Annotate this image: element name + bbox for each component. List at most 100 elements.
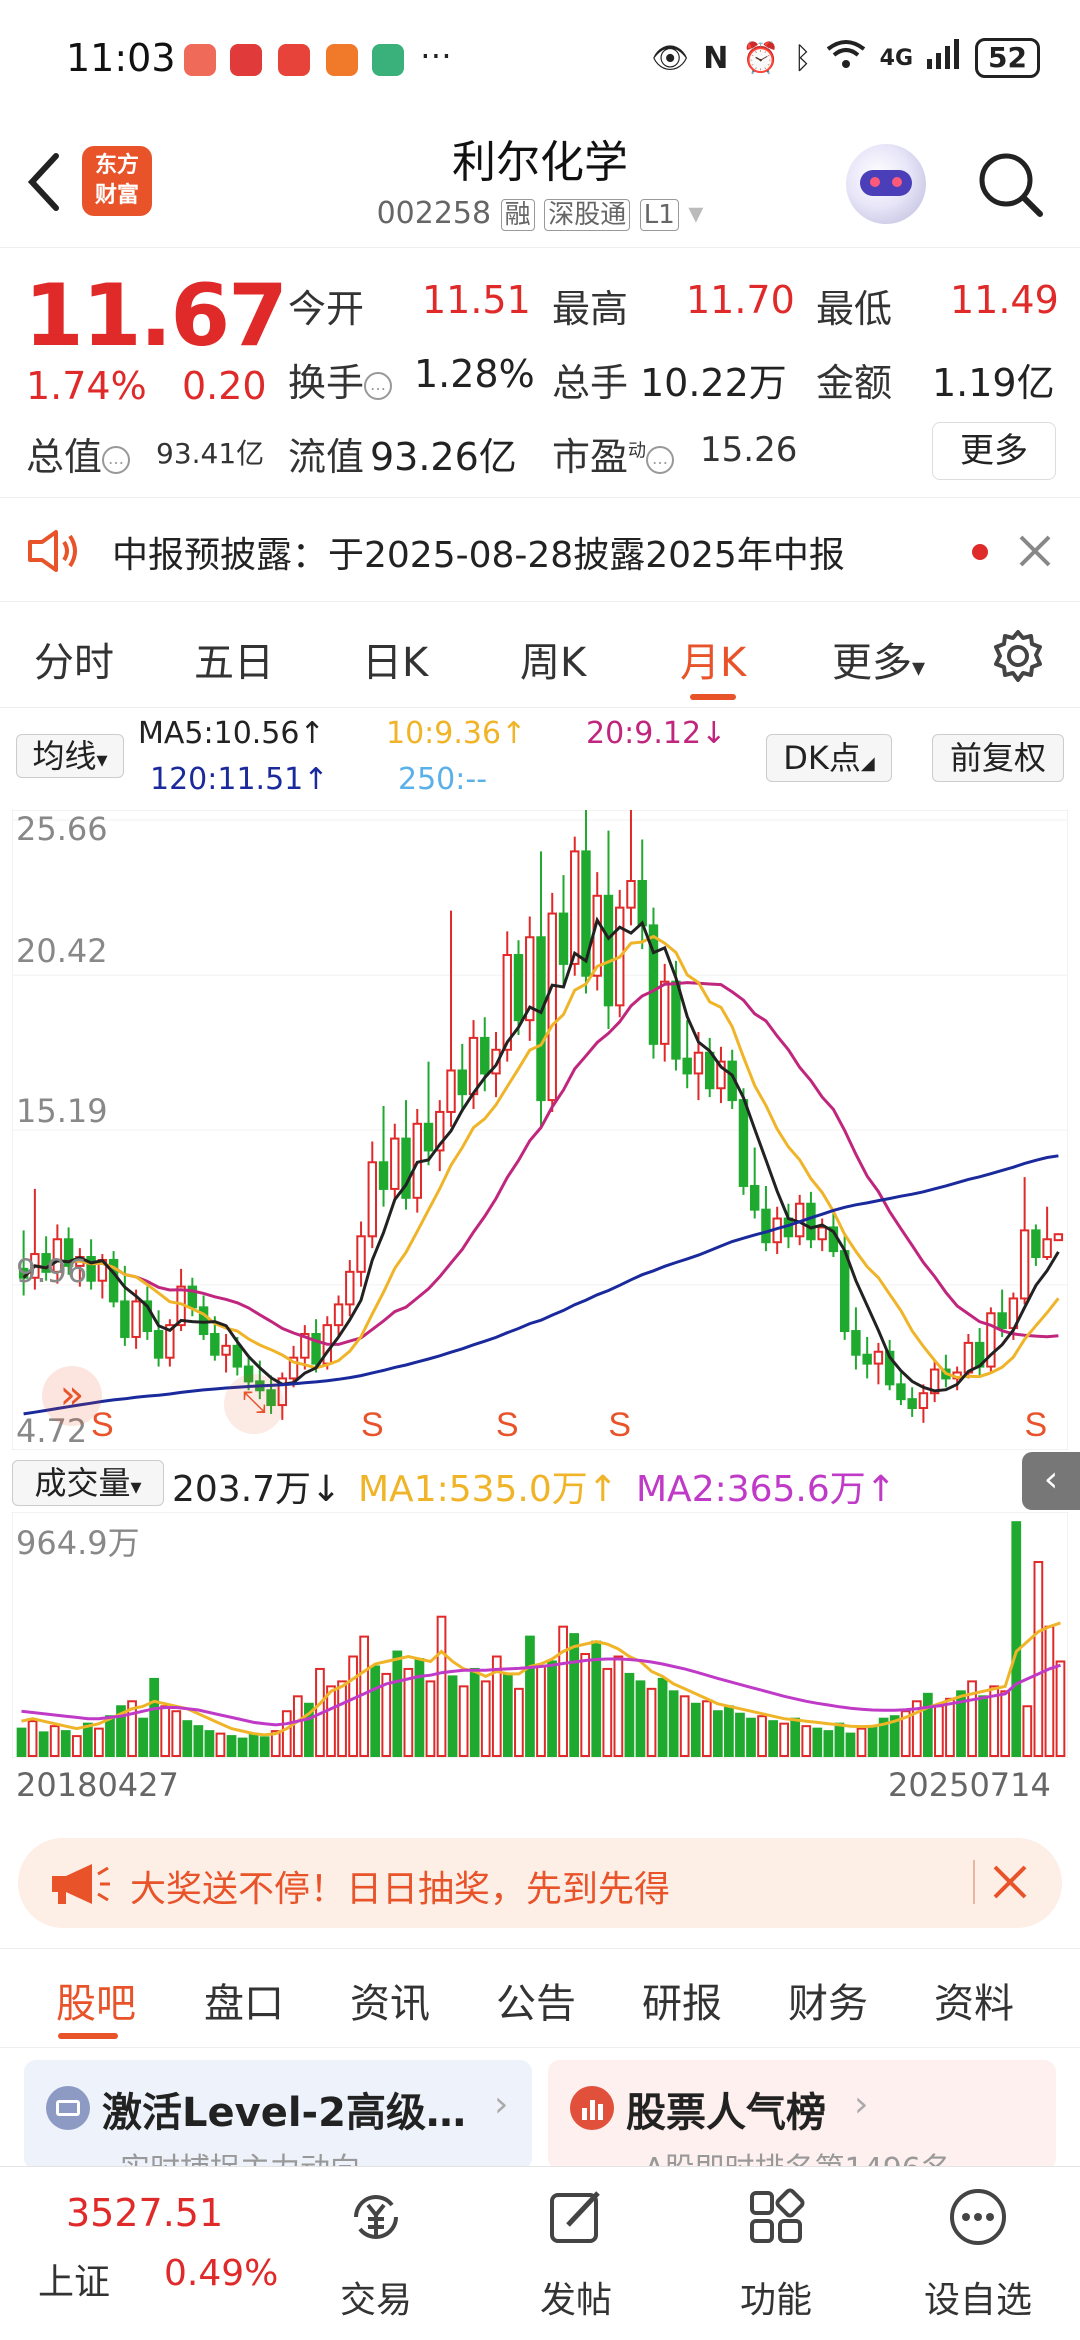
popularity-card[interactable]: 股票人气榜 › A股即时排名第1496名 <box>548 2060 1056 2187</box>
stock-header: 东方 财富 利尔化学 002258 融 深股通 L1 ▾ <box>0 110 1080 248</box>
content-tabs: 股吧 盘口 资讯 公告 研报 财务 资料 <box>0 1948 1080 2048</box>
chevron-right-icon: › <box>494 2084 509 2125</box>
volume-bar <box>569 1633 580 1757</box>
quote-panel: 11.67 1.74% 0.20 今开 11.51 最高 11.70 最低 11… <box>0 250 1080 498</box>
candle-body <box>637 879 647 927</box>
volume-bar <box>779 1722 790 1757</box>
close-icon[interactable] <box>1018 534 1052 568</box>
info-icon[interactable]: … <box>646 445 675 474</box>
tab-intraday[interactable]: 分时 <box>34 630 114 688</box>
app-notification-icon <box>278 44 310 76</box>
tab-monthly-k[interactable]: 月K <box>680 630 746 688</box>
nav-watchlist[interactable]: 设自选 <box>898 2167 1058 2340</box>
change-amount: 0.20 <box>182 364 267 408</box>
volume-bar <box>613 1655 624 1757</box>
volume-bar <box>934 1705 944 1757</box>
search-icon <box>979 153 1043 217</box>
tab-news[interactable]: 资讯 <box>350 1971 430 2029</box>
tab-finance[interactable]: 财务 <box>788 1971 868 2029</box>
nav-trade[interactable]: 交易 <box>296 2167 456 2340</box>
candle-body <box>1042 1238 1052 1259</box>
volume-bar <box>370 1665 381 1758</box>
volume-bar <box>348 1655 358 1757</box>
volume-bar <box>1044 1625 1055 1757</box>
volume-header: 成交量▾ 203.7万↓ MA1:535.0万↑ MA2:365.6万↑ ‹ <box>0 1452 1080 1512</box>
volume-bar <box>1033 1560 1044 1757</box>
nav-post[interactable]: 发帖 <box>496 2167 656 2340</box>
expand-left-icon[interactable]: » <box>42 1366 102 1426</box>
tab-more[interactable]: 更多▾ <box>832 630 925 688</box>
app-notification-icon <box>372 44 404 76</box>
nav-post-label: 发帖 <box>539 2280 612 2321</box>
tab-research[interactable]: 研报 <box>642 1971 722 2029</box>
nav-watchlist-label: 设自选 <box>923 2280 1032 2321</box>
volume-bar <box>547 1660 557 1757</box>
tab-guba[interactable]: 股吧 <box>56 1971 136 2029</box>
notice-bar[interactable]: 中报预披露：于2025-08-28披露2025年中报 <box>0 500 1080 602</box>
volume-bar <box>657 1677 668 1758</box>
high-value: 11.70 <box>686 278 795 322</box>
nav-functions[interactable]: 功能 <box>696 2167 856 2340</box>
assistant-avatar[interactable] <box>846 144 926 224</box>
divider <box>973 1860 975 1904</box>
indicator-selector[interactable]: 成交量▾ <box>12 1460 164 1506</box>
gear-icon[interactable] <box>990 628 1046 684</box>
connect-tag: 深股通 <box>544 199 631 231</box>
tab-profile[interactable]: 资料 <box>934 1971 1014 2029</box>
caret-down-icon: ▾ <box>912 653 926 683</box>
ma-selector[interactable]: 均线▾ <box>16 734 124 778</box>
volume-bar <box>735 1712 745 1757</box>
candle-body <box>232 1344 243 1368</box>
candle-body <box>839 1250 850 1333</box>
volume-bar <box>458 1685 469 1758</box>
level2-card[interactable]: 激活Level-2高级… › 实时捕捉主力动向 <box>24 2060 532 2187</box>
volume-value: 10.22万 <box>640 361 787 405</box>
promo-banner[interactable]: 大奖送不停！日日抽奖，先到先得 <box>18 1838 1062 1928</box>
candle-body <box>153 1330 164 1359</box>
volume-bar <box>867 1725 878 1757</box>
volume-bar <box>1000 1690 1011 1758</box>
candle-body <box>862 1353 872 1365</box>
volume-bar <box>105 1715 115 1757</box>
candle-body <box>120 1300 130 1338</box>
adjust-button[interactable]: 前复权 <box>932 734 1064 782</box>
robot-face-icon <box>860 170 912 196</box>
tab-weekly-k[interactable]: 周K <box>520 630 586 688</box>
y-tick-label: 15.19 <box>16 1092 108 1130</box>
tab-five-day[interactable]: 五日 <box>194 630 274 688</box>
candle-body <box>851 1330 861 1356</box>
info-icon[interactable]: … <box>364 371 393 400</box>
caret-down-icon: ▾ <box>688 196 704 231</box>
volume-label: 总手 <box>552 361 629 405</box>
volume-bar <box>281 1710 292 1757</box>
dk-point-button[interactable]: DK点◢ <box>766 734 892 782</box>
volume-bar <box>193 1725 204 1757</box>
volume-bar <box>215 1732 226 1757</box>
kline-chart[interactable]: SSSSS 25.66 20.42 15.19 9.96 4.72 » ⤡ <box>11 798 1069 1451</box>
candle-body <box>1053 1233 1064 1242</box>
volume-bar <box>94 1727 104 1757</box>
volume-bar <box>1022 1705 1033 1757</box>
search-button[interactable] <box>976 150 1046 224</box>
volume-bar <box>856 1727 867 1757</box>
candle-body <box>547 912 557 1102</box>
signal-marker: S <box>361 1406 384 1444</box>
wifi-icon <box>826 39 866 77</box>
tab-daily-k[interactable]: 日K <box>362 630 428 688</box>
tab-announcements[interactable]: 公告 <box>496 1971 576 2029</box>
candle-body <box>626 879 636 909</box>
collapse-panel-button[interactable]: ‹ <box>1022 1452 1080 1510</box>
volume-chart[interactable]: 964.9万 <box>11 1511 1069 1759</box>
pe-value: 15.26 <box>700 430 798 470</box>
volume-bar <box>602 1667 613 1758</box>
current-volume: 203.7万↓ <box>172 1469 342 1510</box>
more-quote-button[interactable]: 更多 <box>932 422 1056 480</box>
close-icon[interactable] <box>992 1864 1028 1900</box>
info-icon[interactable]: … <box>102 445 131 474</box>
resize-arrows-icon[interactable]: ⤡ <box>224 1374 284 1434</box>
index-value[interactable]: 3527.51 <box>66 2191 223 2235</box>
open-label: 今开 <box>288 287 365 331</box>
candle-body <box>997 1312 1007 1330</box>
volume-bar <box>1011 1521 1022 1757</box>
tab-order-book[interactable]: 盘口 <box>204 1971 284 2029</box>
